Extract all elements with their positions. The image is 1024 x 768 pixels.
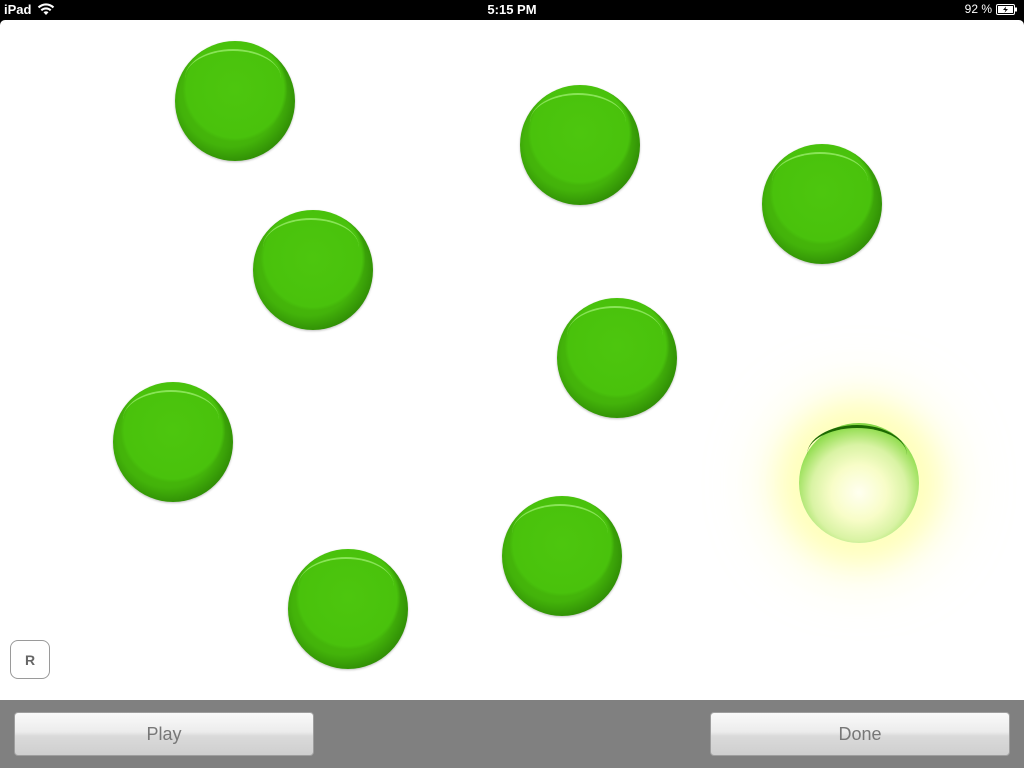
bottom-toolbar: Play Done <box>0 700 1024 768</box>
play-button[interactable]: Play <box>14 712 314 756</box>
green-dot[interactable] <box>520 85 640 205</box>
status-bar: iPad 5:15 PM 92 % <box>0 0 1024 20</box>
dot-canvas[interactable]: R <box>0 20 1024 700</box>
battery-percentage: 92 % <box>964 2 992 16</box>
green-dot[interactable] <box>502 496 622 616</box>
done-button[interactable]: Done <box>710 712 1010 756</box>
green-dot[interactable] <box>175 41 295 161</box>
ipad-screen: iPad 5:15 PM 92 % R Play Done <box>0 0 1024 768</box>
status-time: 5:15 PM <box>487 2 537 17</box>
green-dot[interactable] <box>288 549 408 669</box>
green-dot[interactable] <box>113 382 233 502</box>
green-dot[interactable] <box>762 144 882 264</box>
reset-button[interactable]: R <box>10 640 50 679</box>
selected-glowing-dot[interactable] <box>799 423 919 543</box>
green-dot[interactable] <box>253 210 373 330</box>
battery-charging-icon <box>996 3 1018 15</box>
green-dot[interactable] <box>557 298 677 418</box>
status-right: 92 % <box>965 2 1018 16</box>
